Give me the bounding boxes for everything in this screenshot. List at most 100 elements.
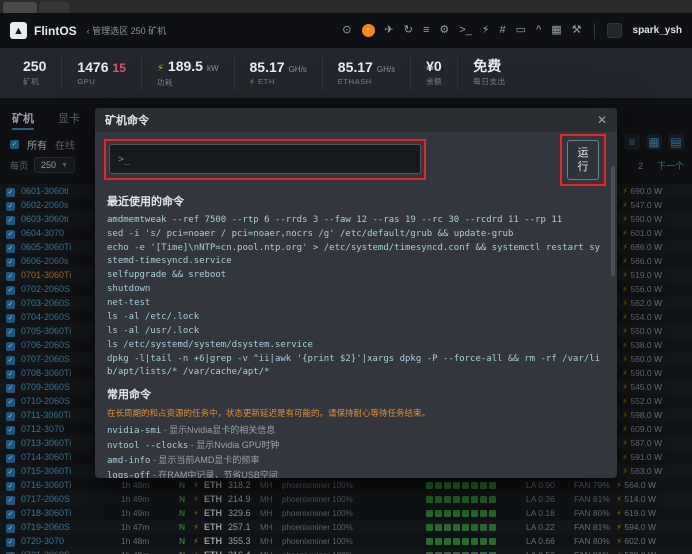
stat-unit: GH/s (288, 65, 307, 74)
stat-label: 矿机 (23, 76, 46, 87)
recent-command-item[interactable]: amdmemtweak --ref 7500 --rtp 6 --rrds 3 … (107, 214, 605, 227)
header-icons: ⊙ ↑ ✈ ↻ ≡ ⚙ >_ ⚡ # ▭ ^ ▦ ⚒ (342, 24, 582, 37)
command-description: - 在RAM中记录，节省USB空间 (150, 470, 278, 478)
tune-icon[interactable]: ≡ (423, 25, 429, 36)
screen: ▲ FlintOS ‹ 管理选区 250 矿机 ⊙ ↑ ✈ ↻ ≡ ⚙ >_ ⚡ # ▭ ^ ▦ ⚒ s… (0, 0, 692, 554)
stat-label-text: 矿机 (23, 77, 40, 86)
recent-command-item[interactable]: echo -e '[Time]\nNTP=cn.pool.ntp.org' > … (107, 242, 605, 268)
stats-bar: 250 矿机 1476 15 GPU ⚡ 189.5 kW 功耗 85.17 GH/s ⚡ ETH 85.… (0, 48, 692, 98)
recent-command-item[interactable]: ls -al /usr/.lock (107, 325, 605, 338)
breadcrumb[interactable]: ‹ 管理选区 250 矿机 (87, 24, 167, 37)
recent-command-item[interactable]: sed -i 's/ pci=noaer / pci=noaer,nocrs /… (107, 228, 605, 241)
username[interactable]: spark_ysh (633, 25, 682, 36)
stat-unit: GH/s (376, 65, 396, 74)
modal-header: 矿机命令 ✕ (95, 108, 617, 132)
stat-value: 85.17 GH/s (338, 60, 395, 74)
common-commands-title: 常用命令 (107, 389, 151, 401)
close-icon[interactable]: ✕ (597, 113, 607, 127)
common-commands-list: nvidia-smi - 显示Nvidia显卡的相关信息 nvtool --clo… (107, 424, 605, 478)
command-input[interactable] (136, 153, 412, 165)
stat-number: 免费 (473, 58, 502, 74)
stat-daily: 免费 每日支出 (457, 56, 520, 90)
stat-label: ETHASH (338, 77, 395, 86)
command-text: nvidia-smi (107, 426, 162, 436)
recent-command-item[interactable]: dpkg -l|tail -n +6|grep -v ^ii|awk '{pri… (107, 353, 605, 379)
modal-body: >_ 运行 最近使用的命令 amdmemtweak --ref 7500 --r… (95, 132, 617, 478)
command-text: nvtool --clocks (107, 441, 189, 451)
command-description: - 显示Nvidia GPU时钟 (188, 440, 280, 450)
browser-tab[interactable] (39, 2, 69, 13)
stat-number: 189.5 (167, 57, 203, 74)
common-command-item[interactable]: logs-off - 在RAM中记录，节省USB空间 (107, 469, 605, 478)
flash-icon[interactable]: ⚡ (482, 25, 490, 36)
common-command-item[interactable]: nvidia-smi - 显示Nvidia显卡的相关信息 (107, 424, 605, 438)
common-command-item[interactable]: amd-info - 显示当前AMD显卡的频率 (107, 454, 605, 468)
stat-label: GPU (77, 77, 126, 86)
hash-icon[interactable]: # (500, 25, 506, 36)
stat-alert-count: 15 (112, 61, 126, 75)
long-task-warning: 在长周期的和占资源的任务中，状态更新延迟是有可能的。请保持耐心等待任务结束。 (107, 408, 431, 418)
stat-label-text: ETH (258, 77, 275, 86)
stat-value: 85.17 GH/s (250, 60, 307, 74)
stat-label-text: GPU (77, 77, 96, 86)
stat-value: 250 (23, 59, 46, 73)
recent-command-item[interactable]: ls -al /etc/.lock (107, 311, 605, 324)
stat-ethash: 85.17 GH/s ETHASH (321, 56, 410, 90)
terminal-icon[interactable]: >_ (459, 25, 472, 36)
display-icon[interactable]: ▭ (516, 25, 526, 36)
stat-label: 余额 (426, 76, 442, 87)
stat-label: 功耗 (157, 77, 219, 88)
browser-tab[interactable] (3, 2, 37, 13)
stat-eth: 85.17 GH/s ⚡ ETH (233, 56, 322, 90)
stat-number: ¥0 (426, 58, 442, 74)
command-input-row: >_ 运行 (104, 134, 606, 186)
stat-label: 每日支出 (473, 76, 505, 87)
stat-power: ⚡ 189.5 kW 功耗 (140, 56, 234, 90)
upgrade-icon[interactable]: ↑ (361, 24, 375, 37)
stat-unit: kW (206, 63, 219, 73)
common-command-item[interactable]: nvtool --clocks - 显示Nvidia GPU时钟 (107, 439, 605, 453)
stat-value: 1476 15 (77, 60, 126, 74)
modal-title: 矿机命令 (105, 115, 149, 127)
stat-label: ⚡ ETH (250, 77, 307, 86)
app-brand: FlintOS (34, 23, 77, 38)
recent-command-item[interactable]: selfupgrade && sreboot (107, 269, 605, 282)
recent-command-item[interactable]: net-test (107, 297, 605, 310)
stat-label-text: 功耗 (156, 77, 174, 87)
settings-icon[interactable]: ⚙ (439, 25, 449, 36)
header-divider (593, 22, 595, 39)
flintos-logo-icon: ▲ (10, 22, 27, 39)
caret-up-icon[interactable]: ^ (536, 25, 541, 36)
stat-value: ¥0 (426, 59, 442, 73)
refresh-icon[interactable]: ↻ (404, 25, 413, 36)
stat-number: 250 (23, 58, 47, 74)
stat-label-text: ETHASH (337, 77, 372, 86)
stat-miners: 250 矿机 (8, 56, 61, 90)
stat-gpu: 1476 15 GPU (61, 56, 141, 90)
stat-number: 85.17 (249, 59, 285, 75)
stat-value: 免费 (473, 59, 505, 73)
recent-command-item[interactable]: ls /etc/systemd/system/dsystem.service (107, 339, 605, 352)
command-description: - 显示当前AMD显卡的频率 (150, 455, 260, 465)
stat-label-text: 每日支出 (473, 77, 506, 86)
flash-icon: ⚡ (156, 62, 164, 74)
recent-command-item[interactable]: shutdown (107, 283, 605, 296)
stat-value: ⚡ 189.5 kW (157, 59, 219, 74)
stat-number: 85.17 (337, 59, 373, 75)
avatar[interactable] (606, 23, 622, 38)
command-text: amd-info (107, 456, 151, 466)
modal-scrollbar[interactable] (611, 166, 615, 276)
stat-label-text: 余额 (426, 77, 443, 86)
browser-tab-strip (0, 0, 692, 13)
run-button[interactable]: 运行 (567, 140, 599, 180)
grid-icon[interactable]: ▦ (551, 25, 561, 36)
terminal-prompt-icon: >_ (118, 153, 131, 165)
command-input-wrap: >_ (109, 144, 421, 174)
power-icon[interactable]: ⊙ (342, 25, 351, 36)
miner-command-modal: 矿机命令 ✕ >_ 运行 最近使用的命令 amdmemtweak --ref 7… (95, 108, 617, 478)
stat-balance: ¥0 余额 (410, 56, 457, 90)
stat-number: 1476 (77, 59, 109, 75)
wrench-icon[interactable]: ⚒ (572, 25, 582, 36)
flash-icon: ⚡ (249, 78, 256, 86)
rocket-icon[interactable]: ✈ (385, 25, 394, 36)
